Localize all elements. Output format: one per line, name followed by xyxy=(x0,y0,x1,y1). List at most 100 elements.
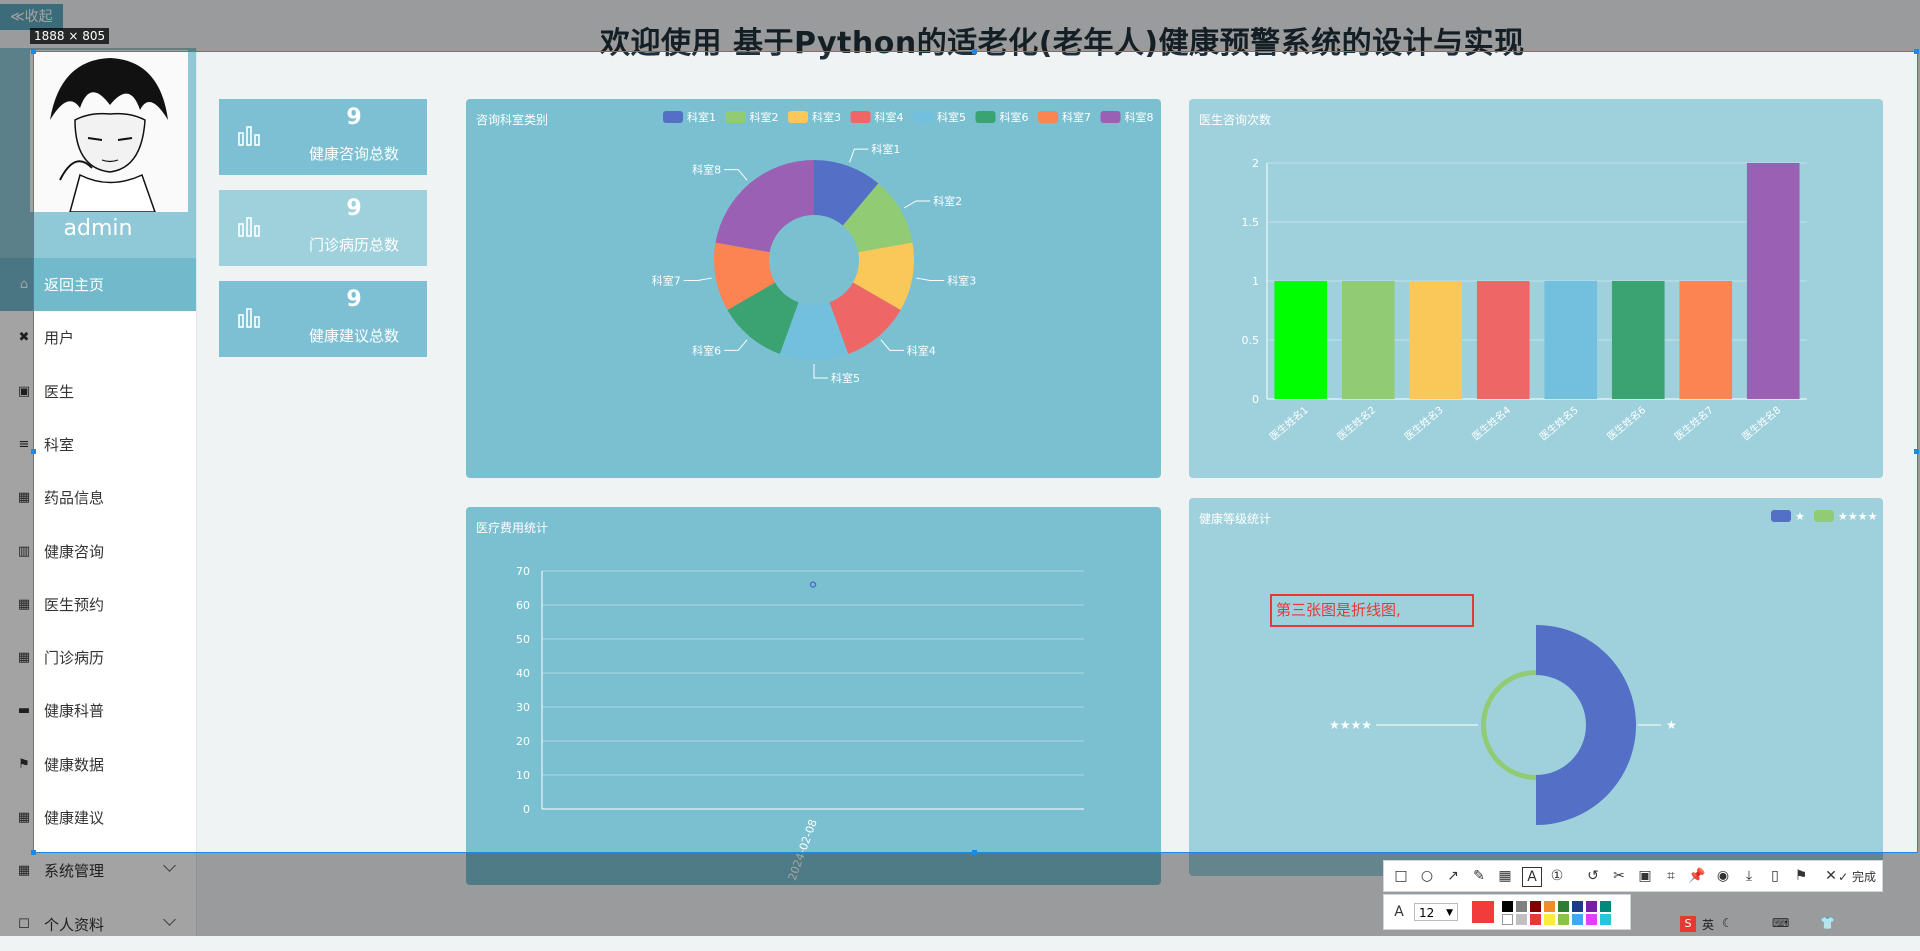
sidebar-item[interactable]: ▥ 健康咨询 xyxy=(0,525,196,578)
done-button[interactable]: ✓ 完成 xyxy=(1838,868,1876,885)
y-tick-label: 1.5 xyxy=(1242,216,1260,229)
flag-icon: ⚑ xyxy=(18,756,30,772)
color-swatch[interactable] xyxy=(1558,901,1569,912)
color-swatch[interactable] xyxy=(1530,901,1541,912)
sidebar-item-label: 用户 xyxy=(44,329,75,348)
resize-handle[interactable] xyxy=(31,850,36,855)
color-swatch[interactable] xyxy=(1572,914,1583,925)
sidebar-item[interactable]: ⚑ 健康数据 xyxy=(0,738,196,791)
resize-handle[interactable] xyxy=(1914,49,1919,54)
pie-label: ★★★★ xyxy=(1329,718,1372,732)
keyboard-icon[interactable]: ⌨ xyxy=(1772,916,1789,930)
color-swatch[interactable] xyxy=(1516,914,1527,925)
pie-label: 科室3 xyxy=(947,273,976,287)
moon-icon[interactable]: ☾ xyxy=(1722,916,1733,930)
shirt-icon[interactable]: 👕 xyxy=(1820,916,1835,930)
current-color[interactable] xyxy=(1472,901,1494,923)
bar xyxy=(1409,281,1463,399)
sidebar-item[interactable]: ⌂ 返回主页 xyxy=(0,258,196,311)
color-swatch[interactable] xyxy=(1586,901,1597,912)
collapse-sidebar-button[interactable]: ≪收起 xyxy=(0,4,63,30)
bookmark-icon[interactable]: ⚑ xyxy=(1792,867,1810,885)
phone-icon[interactable]: ▯ xyxy=(1766,867,1784,885)
pin-icon[interactable]: 📌 xyxy=(1688,867,1706,885)
x-tick-label: 医生姓名1 xyxy=(1267,403,1311,443)
pie-label: 科室2 xyxy=(933,194,962,208)
legend-label: 科室6 xyxy=(1000,110,1029,124)
sidebar-item[interactable]: ▣ 医生 xyxy=(0,365,196,418)
sidebar-item[interactable]: ▦ 门诊病历 xyxy=(0,631,196,684)
y-tick-label: 30 xyxy=(516,701,530,714)
y-tick-label: 0.5 xyxy=(1242,334,1260,347)
stat-card[interactable]: 9 门诊病历总数 xyxy=(219,190,427,266)
sidebar-item-label: 科室 xyxy=(44,435,75,454)
legend-label: 科室8 xyxy=(1125,110,1154,124)
sidebar-item[interactable]: ✖ 用户 xyxy=(0,311,196,364)
resize-handle[interactable] xyxy=(31,49,36,54)
sidebar-item[interactable]: ▦ 健康建议 xyxy=(0,791,196,844)
stat-label: 门诊病历总数 xyxy=(308,236,399,254)
legend-swatch xyxy=(975,111,996,123)
sidebar-item[interactable]: ▬ 健康科普 xyxy=(0,684,196,737)
home-icon: ⌂ xyxy=(19,277,29,292)
rectangle-tool-icon[interactable]: □ xyxy=(1392,867,1410,885)
bar-chart: 0 0.5 1 1.5 2 医生姓名1 医生姓名2 医生姓名3 医生姓名4 医生姓名5 医生姓名6 医… xyxy=(1242,157,1807,443)
input-method-icon[interactable]: S xyxy=(1680,916,1696,932)
stat-label: 健康咨询总数 xyxy=(308,145,399,163)
text-style-toolbar: A 12 ▼ xyxy=(1383,894,1631,930)
pen-tool-icon[interactable]: ✎ xyxy=(1470,867,1488,885)
stat-card[interactable]: 9 健康咨询总数 xyxy=(219,99,427,175)
download-icon[interactable]: ⤓ xyxy=(1740,867,1758,885)
resize-handle[interactable] xyxy=(972,49,977,54)
legend-label: 科室3 xyxy=(812,110,841,124)
number-tool-icon[interactable]: ① xyxy=(1548,867,1566,885)
bar xyxy=(1341,281,1395,399)
pie-slice xyxy=(715,160,814,253)
color-swatch[interactable] xyxy=(1516,901,1527,912)
color-swatch[interactable] xyxy=(1502,901,1513,912)
color-swatch[interactable] xyxy=(1544,914,1555,925)
sidebar-item[interactable]: ☐ 个人资料 xyxy=(0,898,196,951)
resize-handle[interactable] xyxy=(972,850,977,855)
ocr-icon[interactable]: ▣ xyxy=(1636,867,1654,885)
ellipse-tool-icon[interactable]: ○ xyxy=(1418,867,1436,885)
bar-chart-icon xyxy=(238,126,260,146)
list-icon: ≡ xyxy=(18,436,30,452)
resize-handle[interactable] xyxy=(1914,449,1919,454)
y-tick-label: 50 xyxy=(516,633,530,646)
language-indicator[interactable]: 英 xyxy=(1702,916,1714,933)
arrow-tool-icon[interactable]: ↗ xyxy=(1444,867,1462,885)
sidebar-item[interactable]: ▦ 系统管理 xyxy=(0,844,196,897)
crop-icon[interactable]: ⌗ xyxy=(1662,867,1680,885)
color-swatch[interactable] xyxy=(1558,914,1569,925)
pie-label: 科室7 xyxy=(652,273,681,287)
x-tick-label: 医生姓名2 xyxy=(1334,403,1378,443)
x-tick-label: 医生姓名8 xyxy=(1739,403,1783,443)
color-swatch[interactable] xyxy=(1530,914,1541,925)
color-swatch[interactable] xyxy=(1600,914,1611,925)
scissors-icon[interactable]: ✂ xyxy=(1610,867,1628,885)
panel-doctor-consult-count: 医生咨询次数 0 0.5 1 1.5 2 医生姓名1 医生姓名2 医生姓名3 医生姓名4 医生姓名… xyxy=(1189,99,1883,478)
sidebar-item[interactable]: ≡ 科室 xyxy=(0,418,196,471)
grid-icon: ▦ xyxy=(17,490,31,506)
color-swatch[interactable] xyxy=(1586,914,1597,925)
chevron-down-icon xyxy=(163,912,176,926)
undo-icon[interactable]: ↺ xyxy=(1584,867,1602,885)
annotation-text-box[interactable]: 第三张图是折线图, xyxy=(1270,594,1474,627)
sidebar-item[interactable]: ▦ 医生预约 xyxy=(0,578,196,631)
color-swatch[interactable] xyxy=(1572,901,1583,912)
mosaic-tool-icon[interactable]: ▦ xyxy=(1496,867,1514,885)
x-tick-label: 医生姓名7 xyxy=(1672,403,1716,443)
color-swatch[interactable] xyxy=(1600,901,1611,912)
color-swatch[interactable] xyxy=(1502,914,1513,925)
text-tool-icon[interactable]: A xyxy=(1522,867,1542,887)
font-size-select[interactable]: 12 ▼ xyxy=(1414,903,1458,921)
legend-swatch xyxy=(913,111,933,123)
legend-label: 科室1 xyxy=(687,110,716,124)
stat-card[interactable]: 9 健康建议总数 xyxy=(219,281,427,357)
record-icon[interactable]: ◉ xyxy=(1714,867,1732,885)
color-swatch[interactable] xyxy=(1544,901,1555,912)
resize-handle[interactable] xyxy=(31,449,36,454)
panel-medical-cost: 医疗费用统计 0 10 20 30 40 50 60 70 2024-02-08 xyxy=(466,507,1161,885)
sidebar-item[interactable]: ▦ 药品信息 xyxy=(0,471,196,524)
